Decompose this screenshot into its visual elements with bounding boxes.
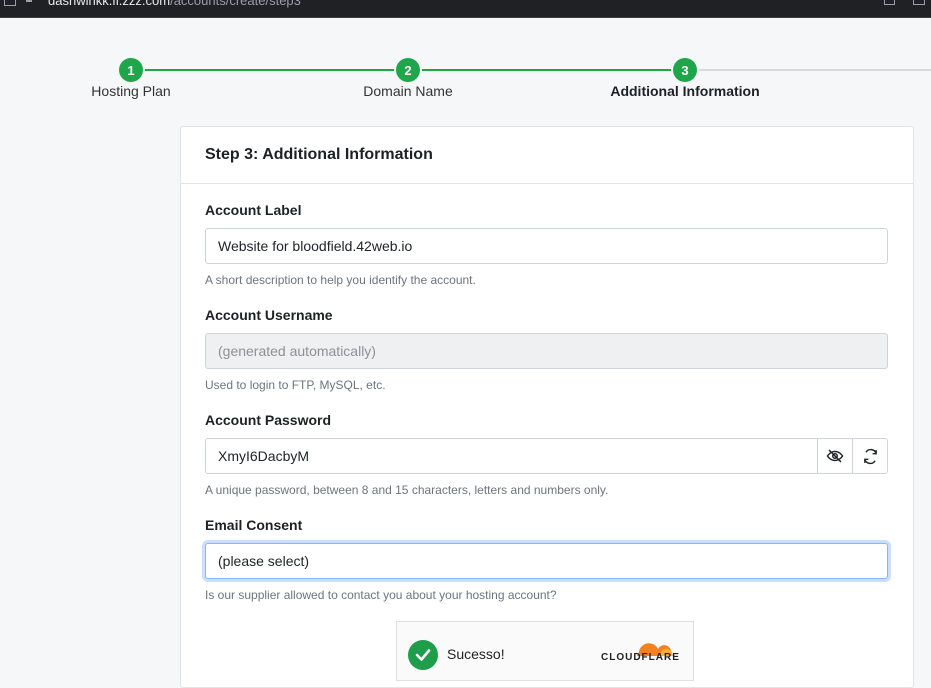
account-username-label: Account Username	[205, 307, 333, 323]
email-consent-select[interactable]: (please select)	[205, 543, 888, 579]
account-password-label: Account Password	[205, 412, 332, 428]
site-icon	[26, 0, 32, 2]
address-bar[interactable]: dashwinkk.fl.zzz.com/accounts/create/ste…	[48, 0, 301, 8]
step-3-indicator: 3	[673, 58, 697, 82]
additional-info-card: Step 3: Additional Information Account L…	[180, 126, 914, 688]
account-username-help: Used to login to FTP, MySQL, etc.	[205, 378, 386, 392]
account-password-group: XmyI6DacbyM	[205, 438, 888, 474]
cloudflare-captcha-widget[interactable]: Sucesso! CLOUDFLARE	[396, 621, 694, 681]
account-password-help: A unique password, between 8 and 15 char…	[205, 483, 609, 497]
browser-top-bar: dashwinkk.fl.zzz.com/accounts/create/ste…	[0, 0, 931, 18]
email-consent-label: Email Consent	[205, 517, 303, 533]
captcha-status: Sucesso!	[447, 646, 505, 662]
restore-window-icon[interactable]	[884, 0, 895, 5]
url-host: dashwinkk.fl.zzz.com	[48, 0, 171, 8]
tab-icon[interactable]	[4, 0, 16, 6]
step-2-indicator: 2	[396, 58, 420, 82]
regenerate-password-button[interactable]	[853, 438, 888, 474]
step-1-indicator: 1	[119, 58, 143, 82]
eye-off-icon	[826, 449, 844, 463]
account-label-input[interactable]: Website for bloodfield.42web.io	[205, 228, 888, 264]
step-3-label: Additional Information	[610, 83, 760, 99]
url-path: /accounts/create/step3	[170, 0, 301, 8]
step-1-label: Hosting Plan	[91, 83, 171, 99]
window-control-icon[interactable]	[913, 0, 925, 5]
toggle-password-visibility-button[interactable]	[818, 438, 853, 474]
account-username-input: (generated automatically)	[205, 333, 888, 369]
stepper-line-remaining	[685, 69, 931, 71]
check-icon	[408, 640, 438, 670]
refresh-icon	[863, 448, 877, 464]
card-title: Step 3: Additional Information	[181, 127, 913, 184]
account-password-input[interactable]: XmyI6DacbyM	[205, 438, 818, 474]
email-consent-help: Is our supplier allowed to contact you a…	[205, 588, 557, 602]
account-label-help: A short description to help you identify…	[205, 273, 476, 287]
account-label-label: Account Label	[205, 202, 302, 218]
step-2-label: Domain Name	[363, 83, 453, 99]
